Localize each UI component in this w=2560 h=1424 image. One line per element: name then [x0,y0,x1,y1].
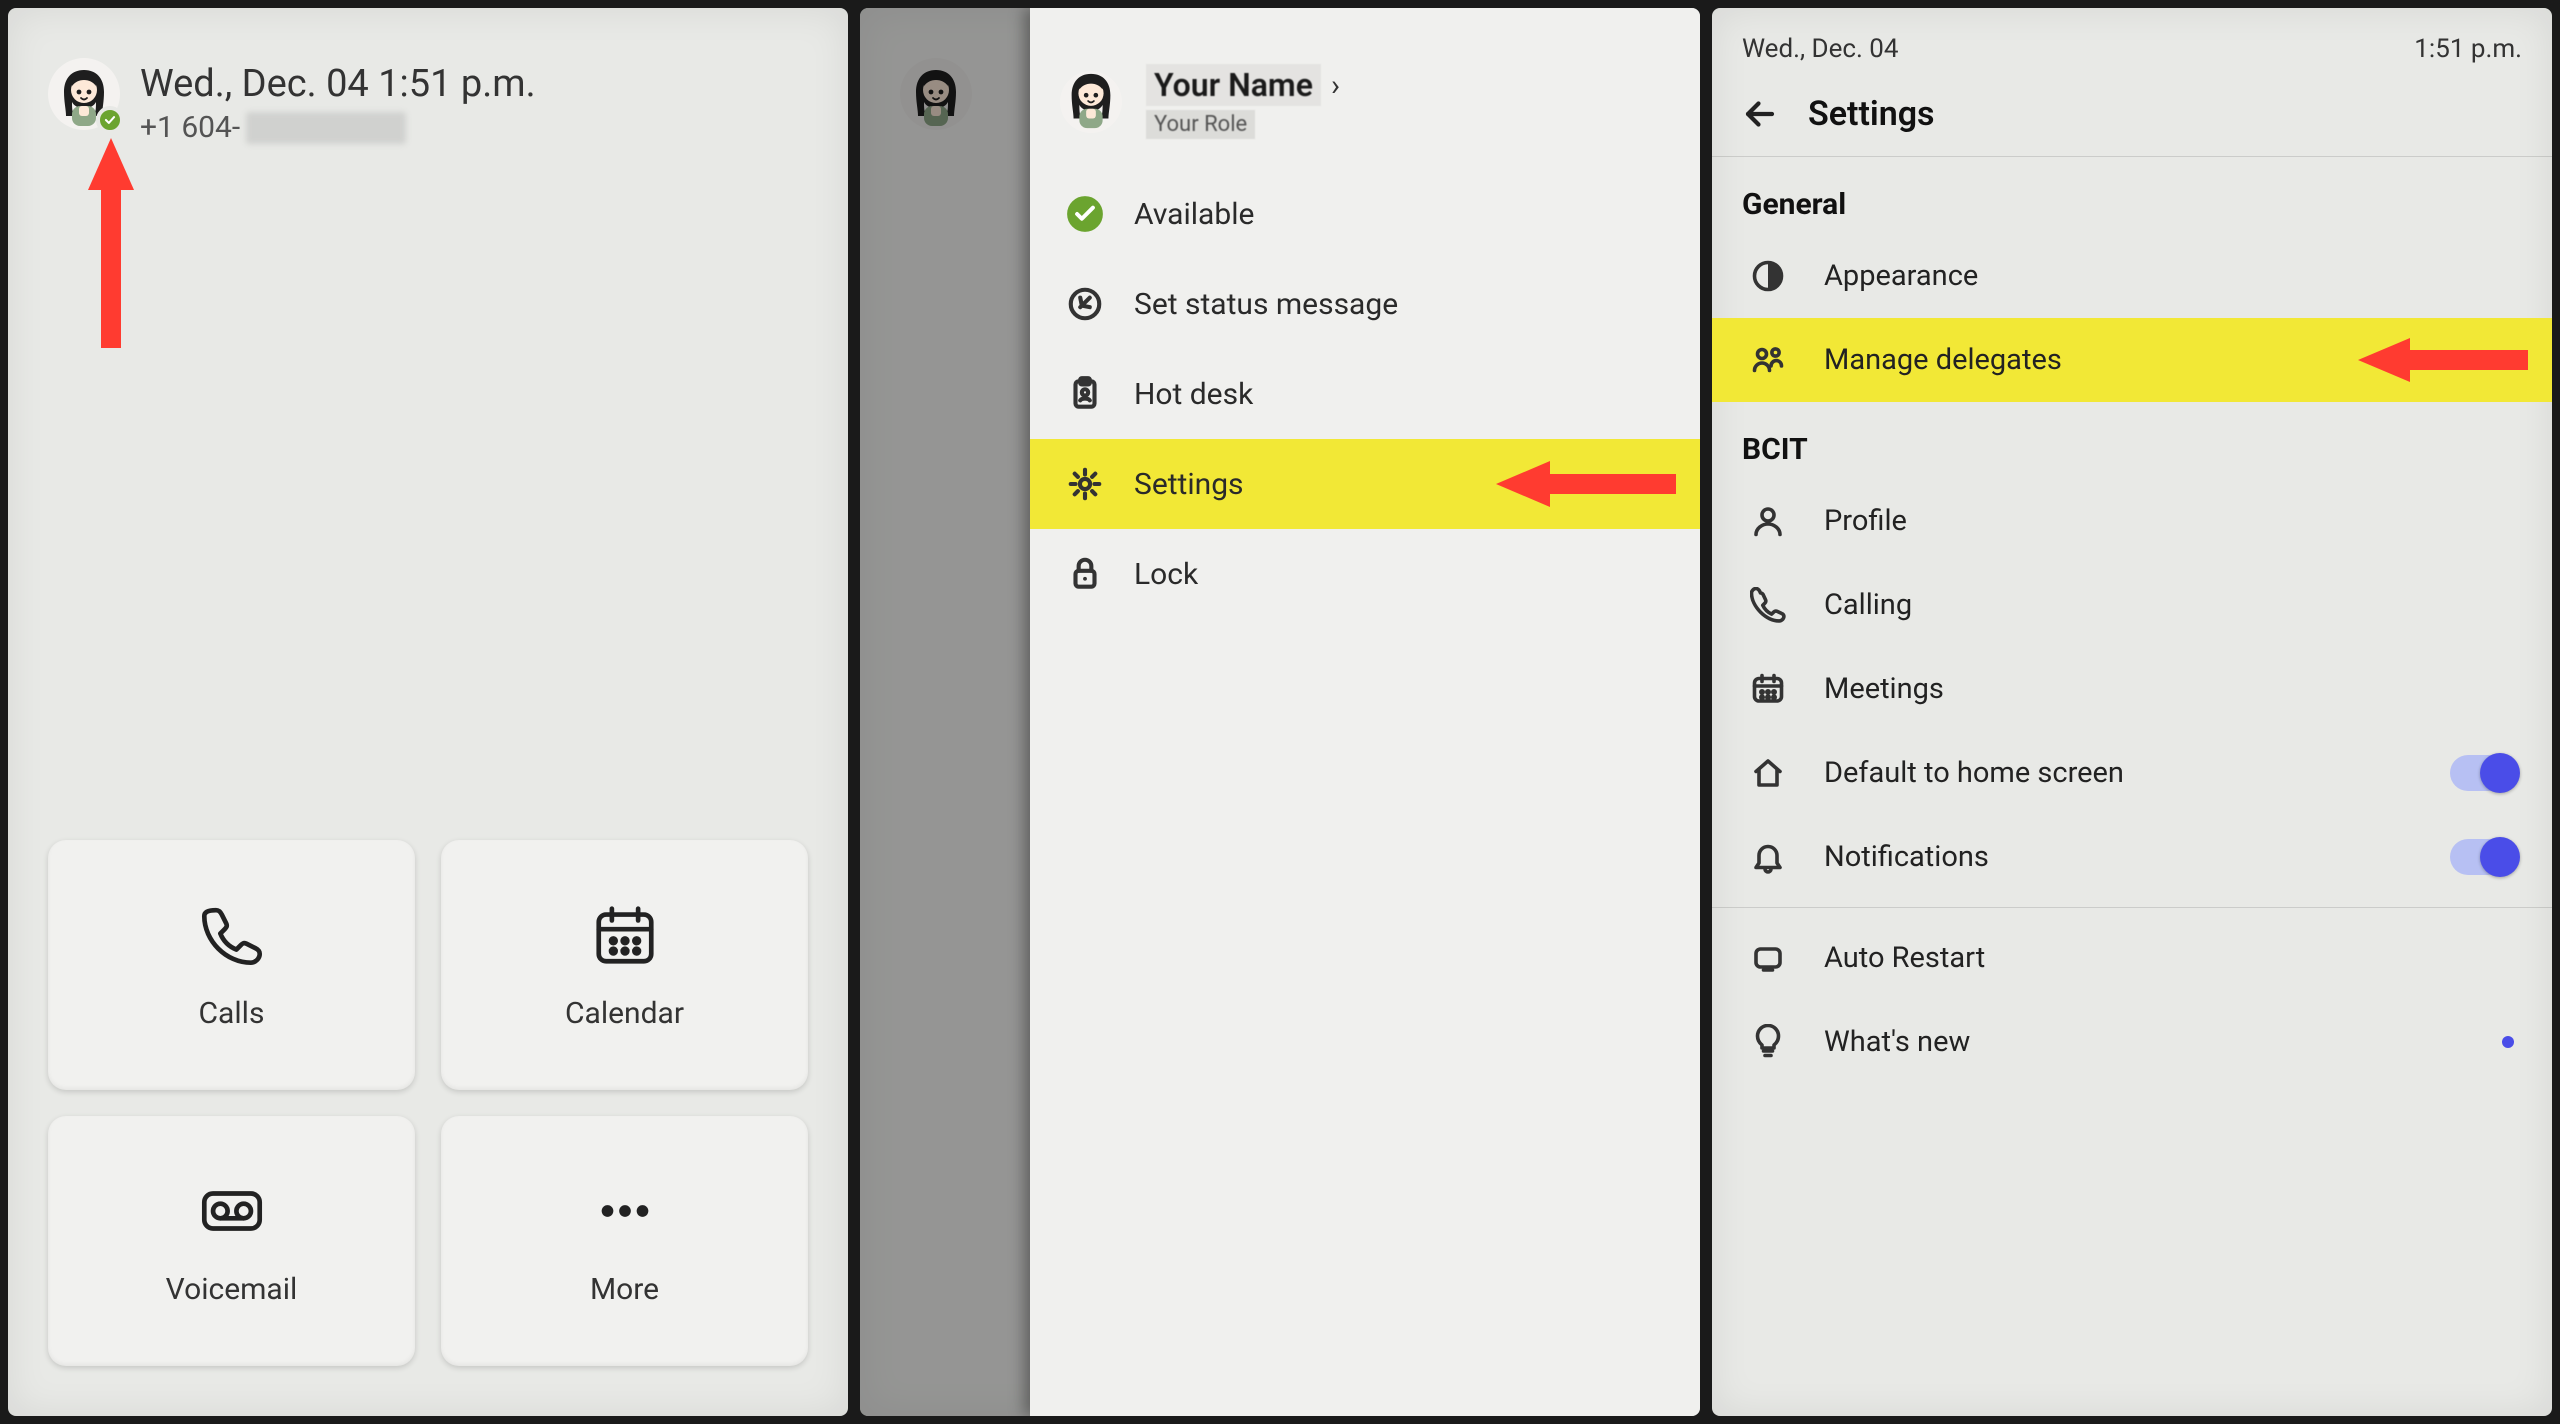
section-heading-general: General [1712,157,2552,234]
settings-label: Meetings [1824,672,1944,706]
voicemail-tile[interactable]: Voicemail [48,1116,415,1366]
settings-section-bcit: Profile Calling Meetings Default to home… [1712,479,2552,1084]
calendar-tile[interactable]: Calendar [441,840,808,1090]
divider [1712,907,2552,908]
toggle-default-home[interactable] [2450,755,2514,791]
settings-row-manage-delegates[interactable]: Manage delegates [1712,318,2552,402]
menu-item-lock[interactable]: Lock [1030,529,1700,619]
new-indicator-dot [2502,1036,2514,1048]
appearance-icon [1750,258,1786,294]
settings-label: Notifications [1824,840,1989,874]
section-heading-bcit: BCIT [1712,402,2552,479]
menu-label: Settings [1134,467,1244,502]
chevron-right-icon: › [1331,68,1340,103]
bell-icon [1750,839,1786,875]
settings-row-meetings[interactable]: Meetings [1712,647,2552,731]
home-tile-grid: Calls Calendar Voicemail More [8,840,848,1416]
phone-line: +1 604- [140,110,536,145]
settings-row-profile[interactable]: Profile [1712,479,2552,563]
status-bar: Wed., Dec. 04 1:51 p.m. [1712,8,2552,74]
phone-number-redacted [246,112,406,144]
home-screen: Wed., Dec. 04 1:51 p.m. +1 604- Calls Ca… [8,8,848,1416]
voicemail-tile-label: Voicemail [166,1272,298,1307]
bulb-icon [1750,1024,1786,1060]
phone-number-prefix: +1 604- [140,110,240,145]
profile-name: Your Name [1146,64,1321,106]
back-button[interactable] [1742,96,1778,132]
profile-drawer-screen: Your Name › Your Role Available Set stat… [860,8,1700,1416]
settings-screen: Wed., Dec. 04 1:51 p.m. Settings General… [1712,8,2552,1416]
more-tile[interactable]: More [441,1116,808,1366]
profile-avatar[interactable] [48,58,120,130]
status-time: 1:51 p.m. [2414,34,2522,64]
more-tile-label: More [590,1272,659,1307]
delegates-icon [1750,342,1786,378]
home-datetime: Wed., Dec. 04 1:51 p.m. [140,62,536,106]
annotation-arrow-left [2358,333,2528,387]
gear-icon [1066,465,1104,503]
menu-item-hot-desk[interactable]: Hot desk [1030,349,1700,439]
settings-label: What's new [1824,1025,1970,1059]
voicemail-icon [197,1176,267,1246]
phone-icon [197,900,267,970]
profile-icon [1750,503,1786,539]
drawer-avatar-image [1060,71,1122,133]
menu-label: Set status message [1134,287,1398,322]
settings-row-whats-new[interactable]: What's new [1712,1000,2552,1084]
settings-label: Default to home screen [1824,756,2124,790]
settings-label: Appearance [1824,259,1978,293]
settings-title: Settings [1808,94,1935,134]
more-icon [590,1176,660,1246]
status-date: Wed., Dec. 04 [1742,34,1899,64]
drawer-menu: Available Set status message Hot desk Se… [1030,169,1700,619]
edit-icon [1066,285,1104,323]
phone-outline-icon [1750,587,1786,623]
menu-item-available[interactable]: Available [1030,169,1700,259]
settings-row-auto-restart[interactable]: Auto Restart [1712,916,2552,1000]
settings-row-calling[interactable]: Calling [1712,563,2552,647]
profile-role: Your Role [1146,110,1255,139]
settings-label: Calling [1824,588,1912,622]
menu-item-settings[interactable]: Settings [1030,439,1700,529]
calls-tile-label: Calls [199,996,265,1031]
calendar-tile-label: Calendar [565,996,684,1031]
settings-titlebar: Settings [1712,74,2552,157]
home-icon [1750,755,1786,791]
meetings-icon [1750,671,1786,707]
settings-section-general: Appearance Manage delegates [1712,234,2552,402]
drawer-profile-header[interactable]: Your Name › Your Role [1030,8,1700,169]
settings-label: Manage delegates [1824,343,2062,377]
calls-tile[interactable]: Calls [48,840,415,1090]
menu-label: Hot desk [1134,377,1253,412]
lock-icon [1066,555,1104,593]
annotation-arrow-up [86,138,136,348]
settings-row-default-home[interactable]: Default to home screen [1712,731,2552,815]
menu-item-status-message[interactable]: Set status message [1030,259,1700,349]
menu-label: Lock [1134,557,1198,592]
presence-available-icon [1066,195,1104,233]
annotation-arrow-left [1496,457,1676,511]
dimmed-background-avatar [900,58,972,130]
settings-label: Profile [1824,504,1907,538]
settings-row-appearance[interactable]: Appearance [1712,234,2552,318]
settings-row-notifications[interactable]: Notifications [1712,815,2552,899]
device-icon [1750,940,1786,976]
presence-available-badge [96,106,124,134]
clipboard-icon [1066,375,1104,413]
profile-drawer: Your Name › Your Role Available Set stat… [1030,8,1700,1416]
calendar-icon [590,900,660,970]
menu-label: Available [1134,197,1254,232]
toggle-notifications[interactable] [2450,839,2514,875]
settings-label: Auto Restart [1824,941,1985,975]
